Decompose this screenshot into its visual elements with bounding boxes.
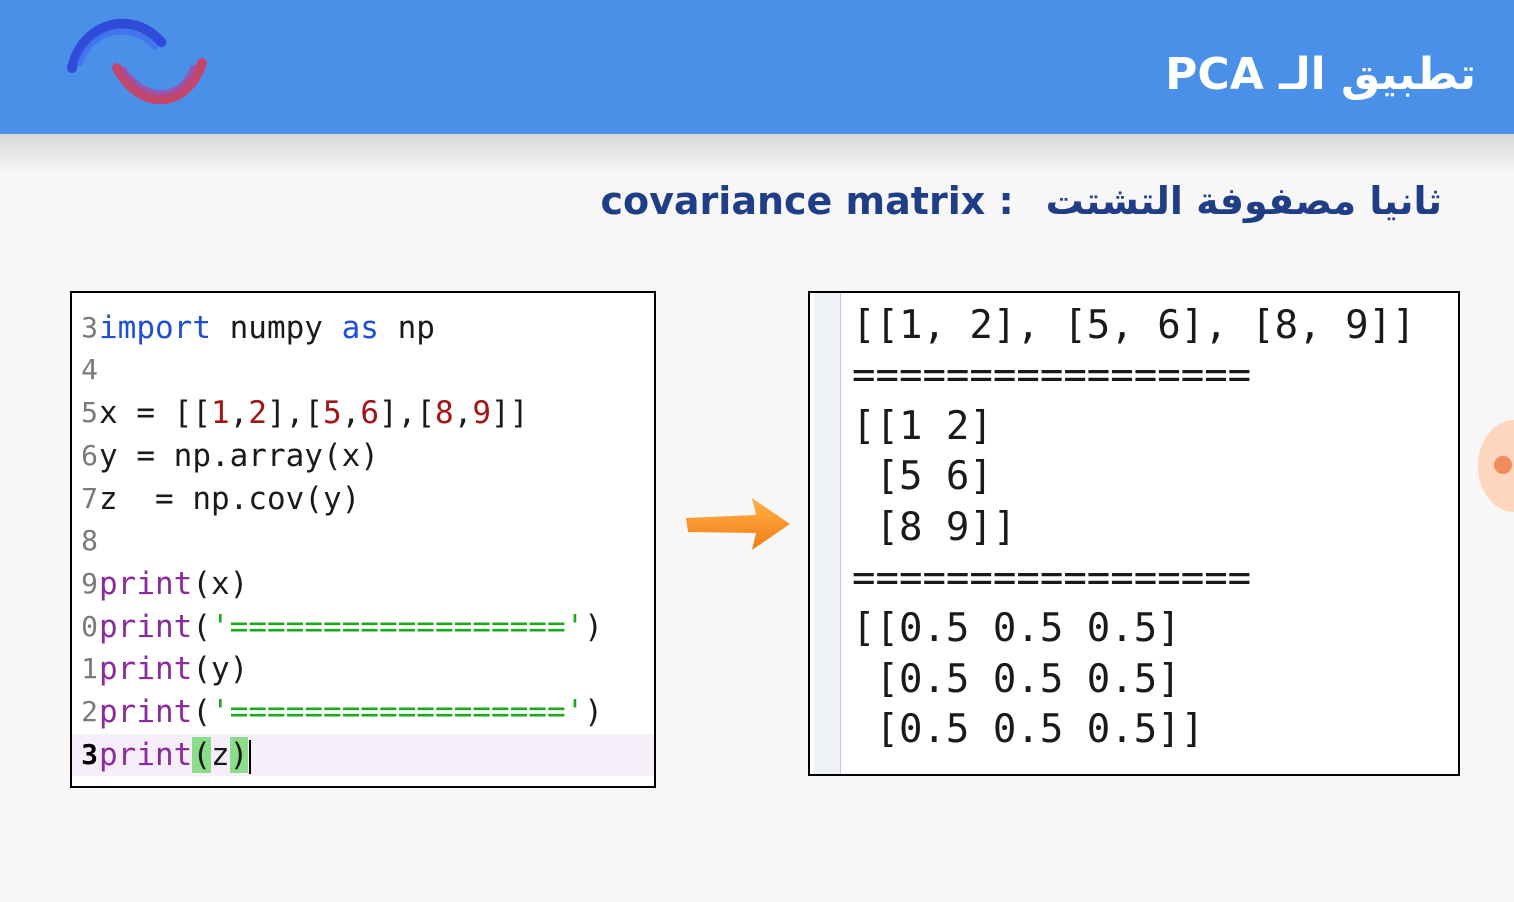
line-number: 2 bbox=[81, 695, 98, 728]
output-console: [[1, 2], [5, 6], [8, 9]] ===============… bbox=[808, 291, 1460, 776]
line-number: 3 bbox=[81, 311, 98, 344]
side-decoration-dot bbox=[1494, 456, 1512, 474]
output-line: [[1 2] bbox=[852, 404, 993, 449]
code-editor[interactable]: 3 import numpy as np 4 5 x = [[1,2],[5,6… bbox=[70, 291, 656, 788]
output-line: ================= bbox=[852, 353, 1252, 398]
code-text: y = np.array(x) bbox=[99, 438, 379, 474]
line-number: 7 bbox=[81, 482, 98, 515]
code-text: print('==================') bbox=[99, 694, 603, 730]
line-number: 6 bbox=[81, 439, 98, 472]
line-number: 4 bbox=[81, 353, 98, 386]
subtitle-english: : covariance matrix bbox=[600, 179, 1014, 223]
slide-header: تطبيق الـ PCA bbox=[0, 0, 1514, 134]
code-line[interactable]: 4 bbox=[72, 349, 654, 391]
code-text: print(z) bbox=[99, 734, 252, 776]
output-line: [[0.5 0.5 0.5] bbox=[852, 606, 1181, 651]
code-line[interactable]: 6 y = np.array(x) bbox=[72, 435, 654, 477]
code-text: print('==================') bbox=[99, 609, 603, 645]
output-line: [5 6] bbox=[852, 454, 993, 499]
code-line[interactable]: 5 x = [[1,2],[5,6],[8,9]] bbox=[72, 392, 654, 434]
arrow-right-icon bbox=[686, 498, 790, 550]
code-text: z = np.cov(y) bbox=[99, 481, 361, 517]
code-line[interactable]: 7 z = np.cov(y) bbox=[72, 478, 654, 520]
code-line[interactable]: 0 print('==================') bbox=[72, 606, 654, 648]
line-number: 1 bbox=[81, 652, 98, 685]
line-number: 5 bbox=[81, 396, 98, 429]
line-number: 3 bbox=[81, 738, 98, 771]
code-line[interactable]: 2 print('==================') bbox=[72, 691, 654, 733]
code-line[interactable]: 3 import numpy as np bbox=[72, 307, 654, 349]
code-text: x = [[1,2],[5,6],[8,9]] bbox=[99, 395, 529, 431]
line-number: 0 bbox=[81, 610, 98, 643]
output-line: [[1, 2], [5, 6], [8, 9]] bbox=[852, 303, 1416, 348]
code-line-current[interactable]: 3 print(z) bbox=[72, 734, 654, 776]
header-shadow bbox=[0, 134, 1514, 174]
code-line[interactable]: 1 print(y) bbox=[72, 648, 654, 690]
code-text: import numpy as np bbox=[99, 310, 435, 346]
slide-title: تطبيق الـ PCA bbox=[1165, 49, 1476, 100]
pca-logo-icon bbox=[67, 18, 207, 105]
line-number: 9 bbox=[81, 567, 98, 600]
code-line[interactable]: 9 print(x) bbox=[72, 563, 654, 605]
text-caret bbox=[249, 739, 252, 774]
slide-subtitle: ثانيا مصفوفة التشتت : covariance matrix bbox=[601, 170, 1442, 232]
output-line: [0.5 0.5 0.5] bbox=[852, 657, 1181, 702]
output-line: [0.5 0.5 0.5]] bbox=[852, 707, 1205, 752]
code-text: print(y) bbox=[99, 651, 249, 687]
code-text: print(x) bbox=[99, 566, 249, 602]
output-line: ================= bbox=[852, 556, 1252, 601]
subtitle-arabic: ثانيا مصفوفة التشتت bbox=[1045, 179, 1442, 223]
output-line: [8 9]] bbox=[852, 505, 1017, 550]
output-gutter bbox=[814, 293, 841, 774]
line-number: 8 bbox=[81, 524, 98, 557]
code-line[interactable]: 8 bbox=[72, 520, 654, 562]
